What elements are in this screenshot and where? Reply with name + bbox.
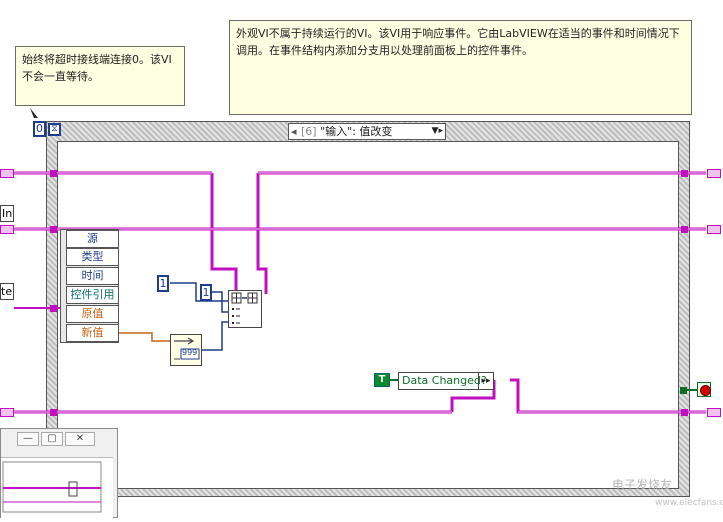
tunnel-right-3[interactable] <box>681 409 688 416</box>
left-terminal-1[interactable] <box>0 169 14 178</box>
right-terminal-2[interactable] <box>707 225 721 234</box>
left-terminal-2[interactable] <box>0 225 14 234</box>
event-item-newval-label: 新值 <box>81 326 104 339</box>
left-terminal-3[interactable] <box>0 408 14 417</box>
event-item-ctlref[interactable]: 控件引用 <box>66 286 119 304</box>
tunnel-right-2[interactable] <box>681 226 688 233</box>
bundle-element-label: Data Changed? <box>402 374 487 387</box>
tunnel-left-3[interactable] <box>50 305 57 312</box>
bundle-arrow-icon: ▸▸ <box>478 373 493 389</box>
numeric-constant-1-value: 1 <box>159 277 167 290</box>
numeric-constant-2[interactable]: 1 <box>200 284 212 301</box>
watermark-text: 电子发烧友 <box>612 476 672 493</box>
event-item-source-label: 源 <box>87 232 98 245</box>
in-terminal[interactable]: In <box>0 205 14 222</box>
tunnel-left-1[interactable] <box>50 170 57 177</box>
tunnel-left-2[interactable] <box>50 226 57 233</box>
replace-array-subset-node[interactable] <box>228 290 262 328</box>
event-item-time-label: 时间 <box>81 269 104 282</box>
array-grid-icon <box>231 292 258 324</box>
event-item-oldval-label: 原值 <box>81 307 104 320</box>
stop-terminal[interactable] <box>697 382 711 397</box>
watermark-url: www.elecfans.com <box>655 498 723 508</box>
stop-tunnel[interactable] <box>680 387 687 394</box>
tunnel-left-4[interactable] <box>50 409 57 416</box>
event-item-time[interactable]: 时间 <box>66 267 119 285</box>
bundle-by-name-node[interactable]: Data Changed? ▸▸ <box>398 372 494 390</box>
overlapping-window[interactable]: — ▢ ✕ <box>0 428 118 518</box>
in-terminal-label: In <box>2 207 13 220</box>
watermark-url-label: www.elecfans.com <box>655 498 723 508</box>
numeric-constant-1[interactable]: 1 <box>157 275 169 292</box>
numeric-display-text: 999 <box>182 348 198 357</box>
convert-to-number-node[interactable]: 999 <box>170 334 202 366</box>
event-item-newval[interactable]: 新值 <box>66 324 119 342</box>
window-preview-drawing <box>2 461 102 513</box>
right-terminal-3[interactable] <box>707 408 721 417</box>
te-terminal[interactable]: te <box>0 283 14 300</box>
right-terminal-1[interactable] <box>707 169 721 178</box>
numeric-constant-2-value: 1 <box>202 286 210 299</box>
boolean-true-label: T <box>378 374 386 385</box>
event-item-oldval[interactable]: 原值 <box>66 305 119 323</box>
event-data-node[interactable]: 源 类型 时间 控件引用 原值 新值 <box>60 229 119 343</box>
te-terminal-label: te <box>1 285 13 298</box>
event-item-type[interactable]: 类型 <box>66 248 119 266</box>
watermark-label: 电子发烧友 <box>612 478 673 492</box>
maximize-button[interactable]: ▢ <box>41 432 63 446</box>
boolean-true-constant[interactable]: T <box>374 373 390 387</box>
event-item-type-label: 类型 <box>81 250 104 263</box>
stop-icon <box>700 385 711 396</box>
tunnel-right-1[interactable] <box>681 170 688 177</box>
close-button[interactable]: ✕ <box>65 432 95 446</box>
event-item-source[interactable]: 源 <box>66 230 119 248</box>
window-content-preview <box>1 457 113 518</box>
minimize-button[interactable]: — <box>17 432 39 446</box>
event-item-ctlref-label: 控件引用 <box>70 288 115 301</box>
